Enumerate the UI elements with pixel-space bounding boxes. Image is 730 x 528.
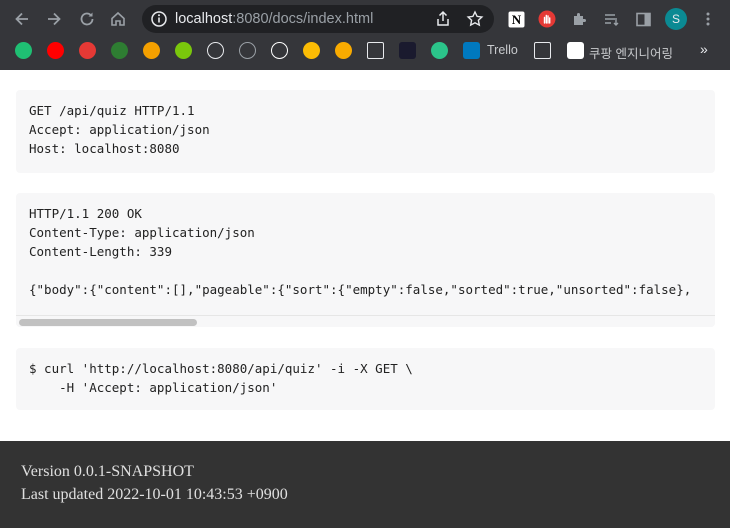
browser-menu-button[interactable] <box>698 9 718 29</box>
url-text[interactable]: localhost:8080/docs/index.html <box>175 11 373 27</box>
docs-page: GET /api/quiz HTTP/1.1 Accept: applicati… <box>0 70 730 528</box>
reading-list-button[interactable] <box>601 9 621 29</box>
address-bar[interactable]: localhost:8080/docs/index.html <box>142 5 494 33</box>
github-icon <box>271 42 288 59</box>
forward-button[interactable] <box>43 8 65 30</box>
kebab-menu-icon <box>706 12 710 26</box>
curl-request-code: $ curl 'http://localhost:8080/api/quiz' … <box>29 361 413 395</box>
reload-icon <box>80 12 94 26</box>
extensions-button[interactable] <box>569 9 589 29</box>
http-response-block[interactable]: HTTP/1.1 200 OK Content-Type: applicatio… <box>16 193 715 327</box>
medium-icon <box>567 42 584 59</box>
home-icon <box>111 11 125 26</box>
browser-toolbar: localhost:8080/docs/index.html N S <box>0 0 730 37</box>
youtube-icon <box>47 42 64 59</box>
hand-extension[interactable] <box>537 9 557 29</box>
red-c-icon <box>79 42 96 59</box>
notion-extension[interactable]: N <box>506 9 526 29</box>
horizontal-scrollbar[interactable] <box>16 315 715 327</box>
bookmarks-bar: » Trello 쿠팡 엔지니어링 <box>0 38 730 64</box>
duolingo-icon <box>175 42 192 59</box>
forward-arrow-icon <box>48 12 61 26</box>
speedometer-icon <box>207 42 224 59</box>
page-footer: Version 0.0.1-SNAPSHOT Last updated 2022… <box>0 441 730 528</box>
last-updated-text: Last updated 2022-10-01 10:43:53 +0900 <box>21 486 288 503</box>
side-panel-button[interactable] <box>633 9 653 29</box>
profile-avatar[interactable]: S <box>665 8 687 30</box>
bookmark-label: Trello <box>487 43 518 57</box>
plane-icon <box>399 42 416 59</box>
d2-icon <box>431 42 448 59</box>
bookmarks-overflow-button[interactable]: » <box>700 41 708 57</box>
reading-list-icon <box>604 13 618 26</box>
trello-icon <box>463 42 480 59</box>
side-panel-icon <box>635 12 651 26</box>
store-icon <box>367 42 384 59</box>
folder-icon <box>534 42 551 59</box>
puzzle-icon <box>573 12 586 25</box>
reload-button[interactable] <box>76 8 98 30</box>
svg-text:N: N <box>511 12 521 27</box>
home-button[interactable] <box>107 8 129 30</box>
notion-icon: N <box>508 11 524 27</box>
green-clock-icon <box>111 42 128 59</box>
curl-request-block: $ curl 'http://localhost:8080/api/quiz' … <box>16 348 715 410</box>
google-ads-icon <box>303 42 320 59</box>
http-request-code: GET /api/quiz HTTP/1.1 Accept: applicati… <box>29 103 210 156</box>
bookmark-label: 쿠팡 엔지니어링 <box>589 47 673 61</box>
analytics-icon <box>335 42 352 59</box>
version-text: Version 0.0.1-SNAPSHOT <box>21 463 194 480</box>
red-hand-icon <box>538 10 556 28</box>
http-request-block: GET /api/quiz HTTP/1.1 Accept: applicati… <box>16 90 715 173</box>
back-arrow-icon <box>15 12 28 26</box>
bookmark-star-icon[interactable] <box>466 10 484 28</box>
url-path: :8080/docs/index.html <box>232 11 374 27</box>
green-circle-icon <box>15 42 32 59</box>
share-icon[interactable] <box>434 10 452 28</box>
orange-layers-icon <box>143 42 160 59</box>
url-host: localhost <box>175 11 233 27</box>
back-button[interactable] <box>11 8 33 30</box>
browser-chrome: localhost:8080/docs/index.html N S » Tre… <box>0 0 730 70</box>
scrollbar-thumb[interactable] <box>19 319 197 326</box>
site-info-icon[interactable] <box>150 10 168 28</box>
http-response-code: HTTP/1.1 200 OK Content-Type: applicatio… <box>29 206 692 297</box>
tree-icon <box>239 42 256 59</box>
